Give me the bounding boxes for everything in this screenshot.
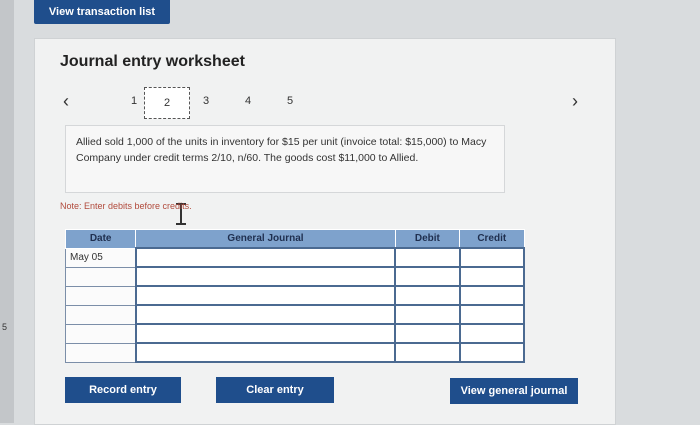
account-input[interactable] [134,342,397,363]
chevron-right-icon[interactable]: › [572,91,578,112]
journal-table: Date General Journal Debit Credit May 05 [64,229,526,363]
credit-input[interactable] [458,342,526,363]
date-cell[interactable] [64,323,137,344]
transaction-description: Allied sold 1,000 of the units in invent… [65,125,505,193]
date-cell[interactable]: May 05 [64,247,137,268]
date-cell[interactable] [64,304,137,325]
view-general-journal-button[interactable]: View general journal [450,378,578,404]
header-debit: Debit [394,229,461,249]
chevron-left-icon[interactable]: ‹ [63,91,69,112]
table-row: May 05 [64,247,526,268]
account-input[interactable] [134,266,397,287]
page-3[interactable]: 3 [194,91,218,111]
table-row [64,342,526,363]
journal-worksheet-panel: Journal entry worksheet ‹ 1 2 3 4 5 › Al… [34,38,616,425]
record-entry-button[interactable]: Record entry [65,377,181,403]
page-5[interactable]: 5 [278,91,302,111]
credit-input[interactable] [458,266,526,287]
debit-input[interactable] [394,285,461,306]
worksheet-pager: ‹ 1 2 3 4 5 › [60,87,610,119]
debit-input[interactable] [394,323,461,344]
page-1[interactable]: 1 [122,91,146,111]
header-general-journal: General Journal [135,229,396,249]
edge-text: 5 [2,322,8,332]
credit-input[interactable] [458,247,526,268]
clear-entry-button[interactable]: Clear entry [216,377,334,403]
date-cell[interactable] [64,285,137,306]
page-4[interactable]: 4 [236,91,260,111]
left-edge [0,0,14,423]
view-transaction-list-button[interactable]: View transaction list [34,0,170,24]
date-cell[interactable] [64,266,137,287]
table-row [64,266,526,287]
header-credit: Credit [459,229,525,249]
date-cell[interactable] [64,342,137,363]
table-row [64,304,526,325]
account-input[interactable] [134,247,397,268]
credit-input[interactable] [458,323,526,344]
account-input[interactable] [134,323,397,344]
header-date: Date [64,229,137,249]
table-row [64,285,526,306]
debit-input[interactable] [394,266,461,287]
entry-note: Note: Enter debits before credits. [60,201,192,211]
credit-input[interactable] [458,304,526,325]
debit-input[interactable] [394,342,461,363]
table-row [64,323,526,344]
account-input[interactable] [134,304,397,325]
account-input[interactable] [134,285,397,306]
debit-input[interactable] [394,304,461,325]
debit-input[interactable] [394,247,461,268]
worksheet-title: Journal entry worksheet [60,53,245,70]
page-2[interactable]: 2 [144,87,190,119]
credit-input[interactable] [458,285,526,306]
